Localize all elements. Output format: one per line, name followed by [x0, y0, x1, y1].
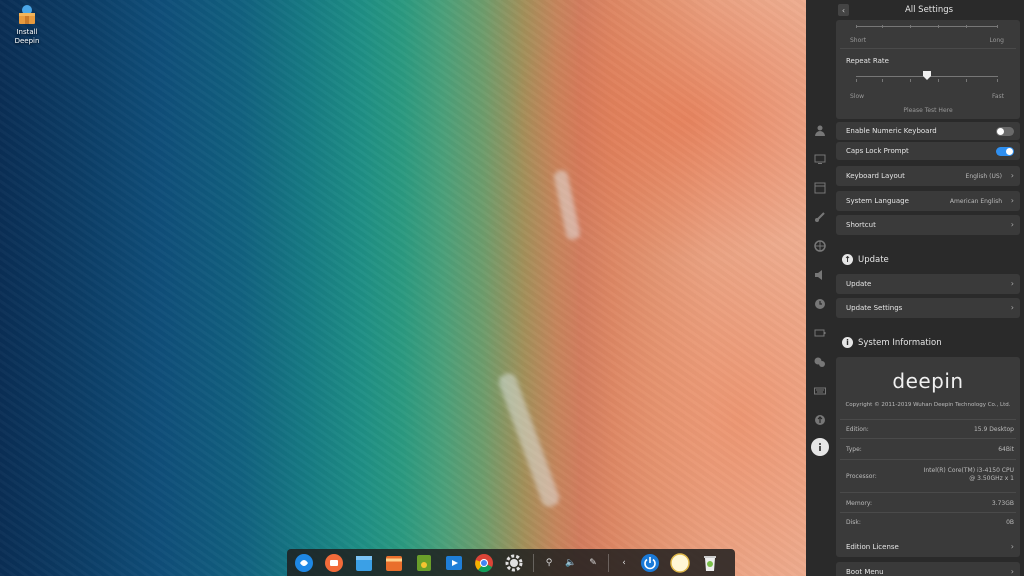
expand-tray-chevron-icon[interactable]: ‹ — [617, 556, 631, 570]
edition-label: Edition: — [846, 426, 869, 433]
type-value: 64Bit — [998, 446, 1014, 453]
chevron-right-icon: › — [1010, 542, 1014, 551]
disk-label: Disk: — [846, 519, 861, 526]
boot-menu-row[interactable]: Boot Menu › — [836, 562, 1020, 576]
shortcut-label: Shortcut — [846, 221, 876, 229]
caps-lock-label: Caps Lock Prompt — [846, 147, 909, 155]
mouse-icon[interactable] — [812, 354, 828, 370]
numeric-keyboard-label: Enable Numeric Keyboard — [846, 127, 937, 135]
screen-recorder-icon[interactable] — [323, 552, 345, 574]
chevron-right-icon: › — [1010, 220, 1014, 229]
update-label: Update — [846, 280, 872, 288]
deepin-logo: deepin — [892, 369, 964, 393]
trash-icon[interactable] — [699, 552, 721, 574]
keyboard-icon[interactable] — [812, 383, 828, 399]
update-section-title: Update — [858, 255, 889, 265]
keyboard-layout-value: English (US) — [965, 173, 1002, 180]
panel-header: ‹ All Settings — [834, 0, 1024, 20]
type-label: Type: — [846, 446, 862, 453]
usb-icon[interactable]: ⚲ — [542, 556, 556, 570]
system-info-icon[interactable] — [811, 438, 829, 456]
edition-license-label: Edition License — [846, 543, 899, 551]
app-store-icon[interactable] — [383, 552, 405, 574]
caps-lock-row: Caps Lock Prompt — [836, 142, 1020, 160]
accounts-icon[interactable] — [812, 122, 828, 138]
keyboard-layout-row[interactable]: Keyboard Layout English (US) › — [836, 166, 1020, 186]
chevron-right-icon: › — [1010, 196, 1014, 205]
update-section-icon: ↑ — [842, 254, 853, 265]
wallpaper-texture — [0, 0, 806, 576]
control-center-gear-icon[interactable] — [503, 552, 525, 574]
settings-category-rail — [806, 20, 834, 576]
repeat-delay-min-label: Short — [850, 37, 867, 44]
numeric-keyboard-toggle[interactable] — [996, 127, 1014, 136]
update-row[interactable]: Update › — [836, 274, 1020, 294]
update-rail-icon[interactable] — [812, 412, 828, 428]
display-icon[interactable] — [812, 151, 828, 167]
update-settings-label: Update Settings — [846, 304, 903, 312]
processor-label: Processor: — [846, 473, 877, 480]
shortcut-row[interactable]: Shortcut › — [836, 215, 1020, 235]
disk-value: 0B — [1006, 519, 1014, 526]
keyboard-repeat-card: Short Long Repeat Rate Slow Fast Please … — [836, 20, 1020, 119]
repeat-rate-label: Repeat Rate — [846, 57, 889, 65]
system-info-card: deepin Copyright © 2011-2019 Wuhan Deepi… — [836, 357, 1020, 553]
launcher-icon[interactable] — [293, 552, 315, 574]
volume-icon[interactable]: 🔈 — [564, 556, 578, 570]
caps-lock-toggle[interactable] — [996, 147, 1014, 156]
system-info-section-icon: i — [842, 337, 853, 348]
repeat-rate-max-label: Fast — [991, 93, 1004, 100]
settings-panel: ‹ All Settings Short Long Repeat Rate Sl… — [806, 0, 1024, 576]
update-settings-row[interactable]: Update Settings › — [836, 298, 1020, 318]
back-button[interactable]: ‹ — [838, 4, 849, 16]
boot-menu-label: Boot Menu — [846, 568, 884, 576]
system-language-label: System Language — [846, 197, 909, 205]
chevron-right-icon: › — [1010, 279, 1014, 288]
repeat-rate-slider-handle[interactable] — [923, 71, 931, 80]
installer-package-icon — [16, 4, 38, 26]
memory-label: Memory: — [846, 500, 872, 507]
numeric-keyboard-row: Enable Numeric Keyboard — [836, 122, 1020, 140]
clock-icon[interactable] — [669, 552, 691, 574]
power-icon[interactable] — [639, 552, 661, 574]
chevron-right-icon: › — [1010, 171, 1014, 180]
keyboard-layout-label: Keyboard Layout — [846, 172, 905, 180]
processor-value-line2: @ 3.50GHz x 1 — [969, 475, 1014, 482]
power-settings-icon[interactable] — [812, 325, 828, 341]
panel-title: All Settings — [904, 5, 954, 15]
chevron-right-icon: › — [1010, 303, 1014, 312]
repeat-rate-min-label: Slow — [850, 93, 865, 100]
dock-separator — [533, 553, 534, 572]
memory-value: 3.73GB — [991, 500, 1014, 507]
network-icon[interactable] — [812, 238, 828, 254]
desktop-wallpaper — [0, 0, 806, 576]
pen-icon[interactable]: ✎ — [586, 556, 600, 570]
system-language-value: American English — [949, 198, 1002, 205]
edition-license-row[interactable]: Edition License › — [836, 537, 1020, 557]
repeat-delay-slider[interactable] — [856, 26, 998, 27]
personalization-icon[interactable] — [812, 209, 828, 225]
dock: ⚲ 🔈 ✎ ‹ — [287, 549, 735, 576]
sound-icon[interactable] — [812, 267, 828, 283]
repeat-delay-max-label: Long — [989, 37, 1004, 44]
movie-icon[interactable] — [443, 552, 465, 574]
dock-separator — [608, 553, 609, 572]
file-manager-icon[interactable] — [353, 552, 375, 574]
processor-value-line1: Intel(R) Core(TM) i3-4150 CPU — [923, 467, 1014, 474]
system-language-row[interactable]: System Language American English › — [836, 191, 1020, 211]
keyboard-test-input[interactable]: Please Test Here — [836, 107, 1020, 114]
install-label-line2: Deepin — [14, 37, 40, 45]
default-apps-icon[interactable] — [812, 180, 828, 196]
copyright-text: Copyright © 2011-2019 Wuhan Deepin Techn… — [845, 402, 1011, 408]
system-info-section-title: System Information — [858, 338, 942, 348]
music-icon[interactable] — [413, 552, 435, 574]
time-icon[interactable] — [812, 296, 828, 312]
install-deepin-icon[interactable]: Install Deepin — [6, 4, 48, 46]
chevron-right-icon: › — [1010, 567, 1014, 576]
edition-value: 15.9 Desktop — [973, 426, 1014, 433]
chrome-icon[interactable] — [473, 552, 495, 574]
install-label-line1: Install — [16, 28, 38, 36]
